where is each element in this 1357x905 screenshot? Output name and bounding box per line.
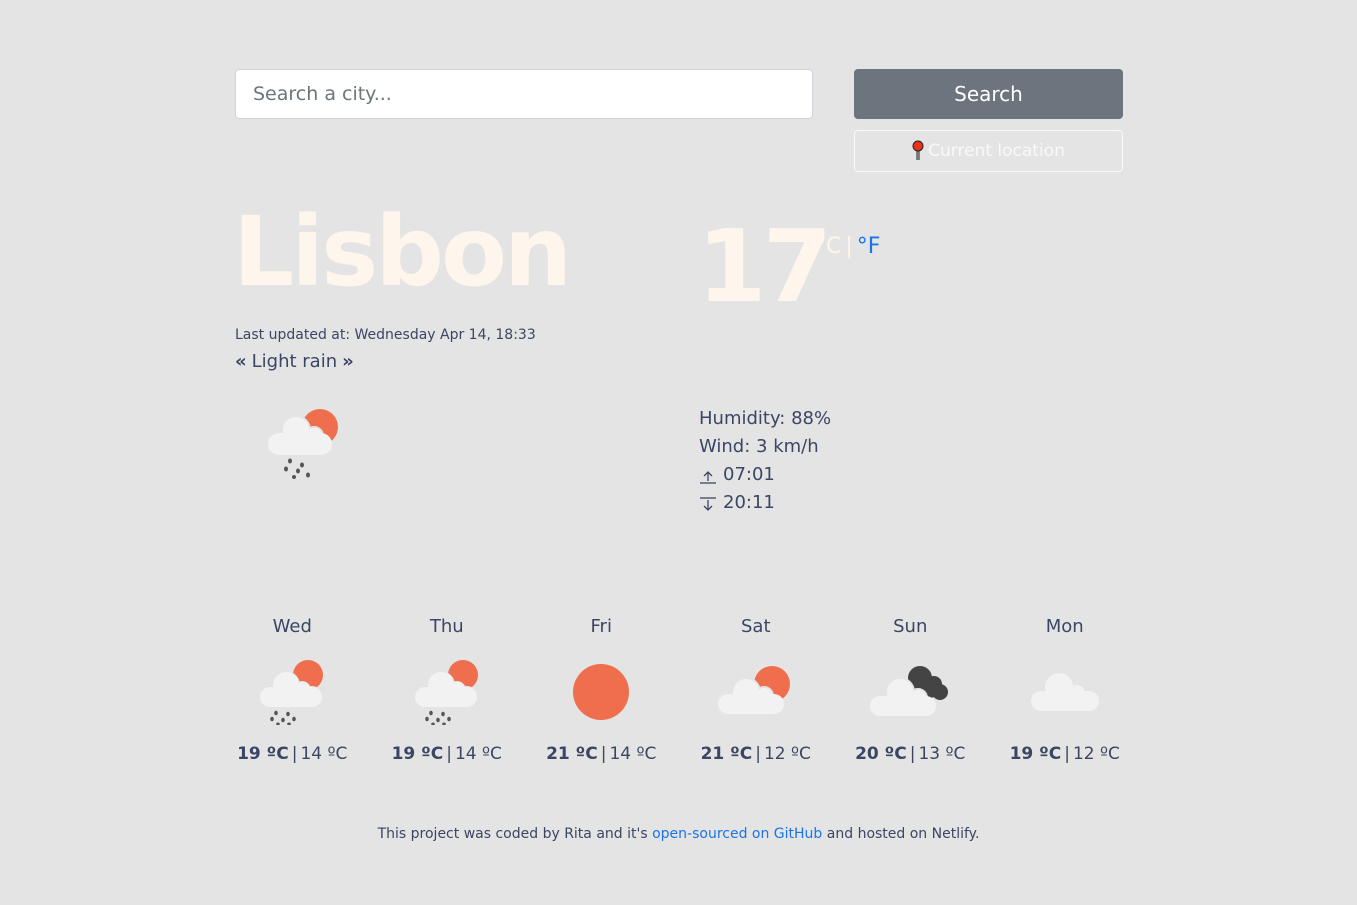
forecast-list: Wed 19 ºC | 14 ºC Thu 19 ºC | 14 ºC Fri 21 º… [215,612,1142,764]
wind: Wind: 3 km/h [699,436,819,457]
forecast-day: Sat 21 ºC | 12 ºC [679,612,834,764]
forecast-max: 19 ºC [237,744,289,764]
forecast-temps: 19 ºC | 12 ºC [1009,744,1120,764]
search-input[interactable] [235,69,813,119]
last-updated: Last updated at: Wednesday Apr 14, 18:33 [235,327,536,343]
sun-icon [524,642,679,742]
forecast-day-name: Fri [590,616,612,637]
forecast-min: 14 ºC [300,744,348,764]
current-temperature: 17 [697,208,832,325]
forecast-day: Fri 21 ºC | 14 ºC [524,612,679,764]
sunrise: 07:01 [699,461,831,489]
forecast-temps: 19 ºC | 14 ºC [391,744,502,764]
forecast-min: 14 ºC [609,744,657,764]
forecast-day-name: Sat [740,616,771,637]
fahrenheit-link[interactable]: °F [857,234,881,259]
sunset-time: 20:11 [723,492,775,513]
forecast-day: Sun 20 ºC | 13 ºC [833,612,988,764]
forecast-temps: 20 ºC | 13 ºC [855,744,966,764]
forecast-day-name: Sun [893,616,928,637]
unit-toggle: °C | °F [815,234,880,259]
forecast-temps: 21 ºC | 14 ºC [546,744,657,764]
footer-prefix: This project was coded by Rita and it's [377,826,653,842]
double-chevron-right-icon: » [342,351,354,372]
city-name: Lisbon [233,196,572,308]
description-text: Light rain [251,351,338,372]
search-button[interactable]: Search [854,69,1123,119]
rain-partly-sunny-icon [215,642,370,742]
weather-description: « Light rain » [235,351,354,372]
celsius-link[interactable]: °C [815,234,841,259]
forecast-day-name: Mon [1045,616,1084,637]
forecast-day: Wed 19 ºC | 14 ºC [215,612,370,764]
forecast-day: Thu 19 ºC | 14 ºC [370,612,525,764]
forecast-min: 14 ºC [454,744,502,764]
partly-cloudy-icon [679,642,834,742]
current-location-label: Current location [928,141,1065,161]
forecast-min: 12 ºC [763,744,811,764]
round-pushpin-icon [912,140,924,162]
sunrise-time: 07:01 [723,464,775,485]
github-link[interactable]: open-sourced on GitHub [652,826,822,842]
sunrise-icon [699,466,717,484]
forecast-day-name: Wed [272,616,312,637]
forecast-temps: 21 ºC | 12 ºC [700,744,811,764]
forecast-max: 19 ºC [391,744,444,764]
forecast-min: 13 ºC [918,744,966,764]
broken-clouds-icon [833,642,988,742]
forecast-min: 12 ºC [1072,744,1120,764]
humidity: Humidity: 88% [699,408,832,429]
current-location-button[interactable]: Current location [854,130,1123,172]
double-chevron-left-icon: « [235,351,247,372]
forecast-max: 21 ºC [546,744,598,764]
footer-suffix: and hosted on Netlify. [822,826,980,842]
forecast-day: Mon 19 ºC | 12 ºC [988,612,1143,764]
forecast-day-name: Thu [429,616,464,637]
forecast-max: 20 ºC [855,744,907,764]
light-rain-partly-sunny-icon [262,405,344,481]
sunset: 20:11 [699,489,831,517]
cloud-icon [988,642,1143,742]
unit-separator: | [845,234,853,259]
weather-details: Humidity: 88% Wind: 3 km/h 07:01 20:11 [699,405,831,517]
rain-partly-sunny-icon [370,642,525,742]
forecast-max: 19 ºC [1009,744,1062,764]
forecast-max: 21 ºC [700,744,753,764]
forecast-temps: 19 ºC | 14 ºC [237,744,348,764]
footer: This project was coded by Rita and it's … [0,826,1357,842]
sunset-icon [699,494,717,512]
